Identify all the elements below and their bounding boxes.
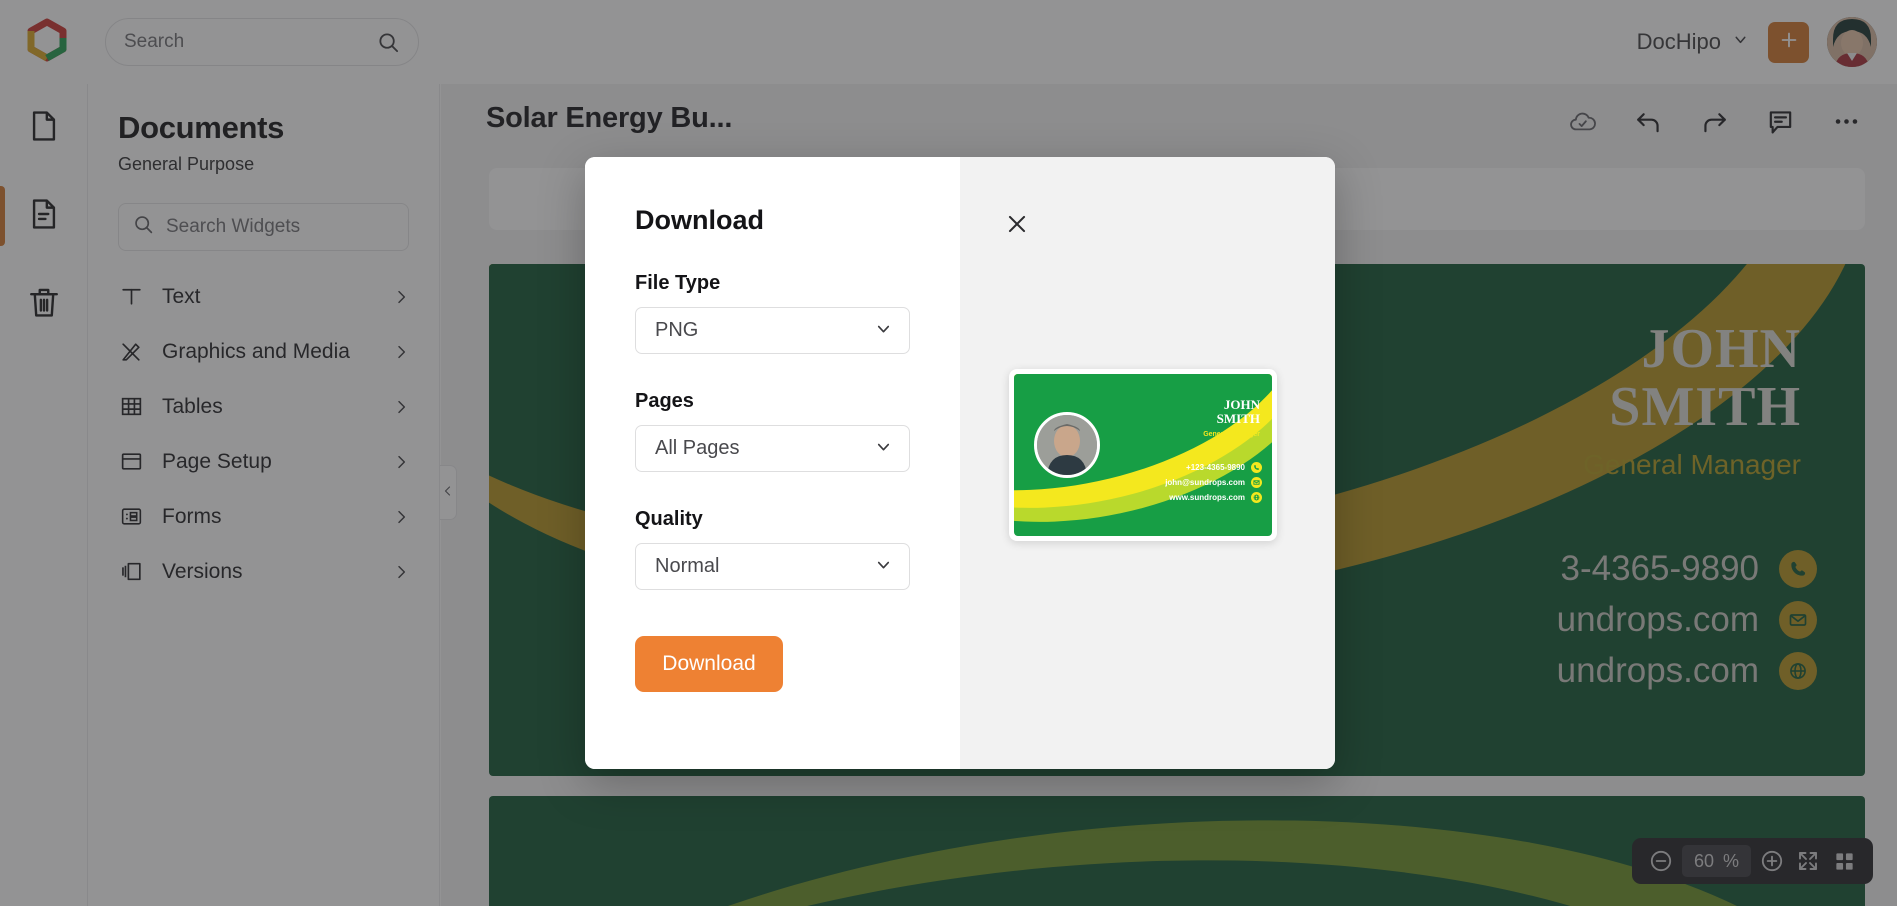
pages-select[interactable]: All Pages [635, 425, 910, 472]
preview-contact-text: +123-4365-9890 [1186, 463, 1245, 472]
preview-contact-email: john@sundrops.com [1165, 475, 1262, 490]
chevron-down-icon [874, 555, 893, 579]
quality-value: Normal [655, 555, 720, 577]
file-type-select[interactable]: PNG [635, 307, 910, 354]
modal-title: Download [635, 205, 764, 235]
chevron-down-icon [874, 437, 893, 461]
pages-label: Pages [635, 390, 694, 412]
download-button[interactable]: Download [635, 636, 783, 692]
preview-contact-text: john@sundrops.com [1165, 478, 1245, 487]
preview-card: JOHN SMITH General Manager +123-4365-989… [1014, 374, 1272, 536]
file-type-value: PNG [655, 319, 699, 341]
download-preview-pane: JOHN SMITH General Manager +123-4365-989… [960, 157, 1335, 769]
file-type-label: File Type [635, 272, 721, 294]
quality-label: Quality [635, 508, 703, 530]
quality-select[interactable]: Normal [635, 543, 910, 590]
preview-contact-website: www.sundrops.com [1165, 490, 1262, 505]
preview-contacts: +123-4365-9890 john@sundrops.com www.sun… [1165, 460, 1262, 505]
preview-contact-phone: +123-4365-9890 [1165, 460, 1262, 475]
chevron-down-icon [874, 319, 893, 343]
email-icon [1251, 477, 1262, 488]
download-modal-form: Download File Type PNG Pages All Pages Q… [585, 157, 960, 769]
download-modal: Download File Type PNG Pages All Pages Q… [585, 157, 1335, 769]
globe-icon [1251, 492, 1262, 503]
preview-role: General Manager [1203, 431, 1260, 438]
preview-name: JOHN SMITH [1216, 397, 1260, 427]
pages-value: All Pages [655, 437, 740, 459]
app-root: DocHipo [0, 0, 1897, 906]
preview-contact-text: www.sundrops.com [1169, 493, 1245, 502]
preview-avatar [1034, 412, 1100, 478]
preview-thumbnail[interactable]: JOHN SMITH General Manager +123-4365-989… [1009, 369, 1277, 541]
close-icon[interactable] [1002, 209, 1032, 239]
phone-icon [1251, 462, 1262, 473]
preview-name-line2: SMITH [1216, 411, 1260, 427]
preview-name-line1: JOHN [1223, 397, 1260, 412]
